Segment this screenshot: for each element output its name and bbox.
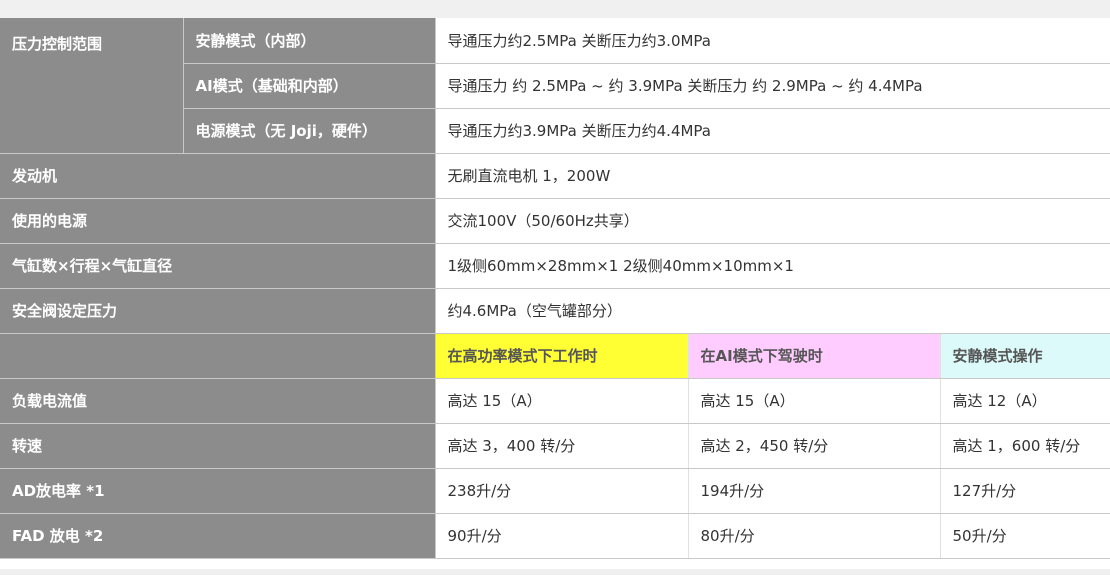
cylinder-label: 气缸数×行程×气缸直径 <box>0 243 436 289</box>
motor-value: 无刷直流电机 1，200W <box>435 153 1110 199</box>
table-row: FAD 放电 *2 90升/分 80升/分 50升/分 <box>0 513 1110 559</box>
spec-table: 压力控制范围 安静模式（内部） 导通压力约2.5MPa 关断压力约3.0MPa … <box>0 18 1110 559</box>
power-supply-label: 使用的电源 <box>0 198 436 244</box>
ai-mode-pressure-value: 导通压力 约 2.5MPa ~ 约 3.9MPa 关断压力 约 2.9MPa ~… <box>435 63 1110 109</box>
load-current-quiet: 高达 12（A） <box>940 378 1110 424</box>
fad-discharge-quiet: 50升/分 <box>940 513 1110 559</box>
power-supply-value: 交流100V（50/60Hz共享） <box>435 198 1110 244</box>
load-current-label: 负载电流值 <box>0 378 436 424</box>
table-row: 气缸数×行程×气缸直径 1级侧60mm×28mm×1 2级侧40mm×10mm×… <box>0 243 1110 289</box>
ad-discharge-label: AD放电率 *1 <box>0 468 436 514</box>
quiet-mode-pressure-value: 导通压力约2.5MPa 关断压力约3.0MPa <box>435 18 1110 64</box>
table-row: 发动机 无刷直流电机 1，200W <box>0 153 1110 199</box>
table-row: 压力控制范围 安静模式（内部） 导通压力约2.5MPa 关断压力约3.0MPa <box>0 18 1110 154</box>
safety-valve-label: 安全阀设定压力 <box>0 288 436 334</box>
high-power-mode-header: 在高功率模式下工作时 <box>435 333 689 379</box>
ai-mode-label: AI模式（基础和内部） <box>183 63 436 109</box>
table-row: AD放电率 *1 238升/分 194升/分 127升/分 <box>0 468 1110 514</box>
spec-table-container: 压力控制范围 安静模式（内部） 导通压力约2.5MPa 关断压力约3.0MPa … <box>0 18 1110 569</box>
power-mode-label: 电源模式（无 Joji，硬件） <box>183 108 436 154</box>
fad-discharge-label: FAD 放电 *2 <box>0 513 436 559</box>
fad-discharge-high-power: 90升/分 <box>435 513 689 559</box>
motor-label: 发动机 <box>0 153 436 199</box>
ad-discharge-high-power: 238升/分 <box>435 468 689 514</box>
ad-discharge-ai: 194升/分 <box>688 468 941 514</box>
safety-valve-value: 约4.6MPa（空气罐部分） <box>435 288 1110 334</box>
mode-header-blank <box>0 333 436 379</box>
pressure-range-label: 压力控制范围 <box>0 18 184 154</box>
table-row: 负载电流值 高达 15（A） 高达 15（A） 高达 12（A） <box>0 378 1110 424</box>
power-mode-pressure-value: 导通压力约3.9MPa 关断压力约4.4MPa <box>435 108 1110 154</box>
ad-discharge-quiet: 127升/分 <box>940 468 1110 514</box>
rotation-speed-ai: 高达 2，450 转/分 <box>688 423 941 469</box>
cylinder-value: 1级侧60mm×28mm×1 2级侧40mm×10mm×1 <box>435 243 1110 289</box>
rotation-speed-quiet: 高达 1，600 转/分 <box>940 423 1110 469</box>
fad-discharge-ai: 80升/分 <box>688 513 941 559</box>
ai-mode-header: 在AI模式下驾驶时 <box>688 333 941 379</box>
table-row: 安全阀设定压力 约4.6MPa（空气罐部分） <box>0 288 1110 334</box>
load-current-high-power: 高达 15（A） <box>435 378 689 424</box>
mode-header-row: 在高功率模式下工作时 在AI模式下驾驶时 安静模式操作 <box>0 333 1110 379</box>
table-row: 转速 高达 3，400 转/分 高达 2，450 转/分 高达 1，600 转/… <box>0 423 1110 469</box>
rotation-speed-label: 转速 <box>0 423 436 469</box>
load-current-ai: 高达 15（A） <box>688 378 941 424</box>
quiet-mode-header: 安静模式操作 <box>940 333 1110 379</box>
rotation-speed-high-power: 高达 3，400 转/分 <box>435 423 689 469</box>
table-row: 使用的电源 交流100V（50/60Hz共享） <box>0 198 1110 244</box>
quiet-mode-label: 安静模式（内部） <box>183 18 436 64</box>
